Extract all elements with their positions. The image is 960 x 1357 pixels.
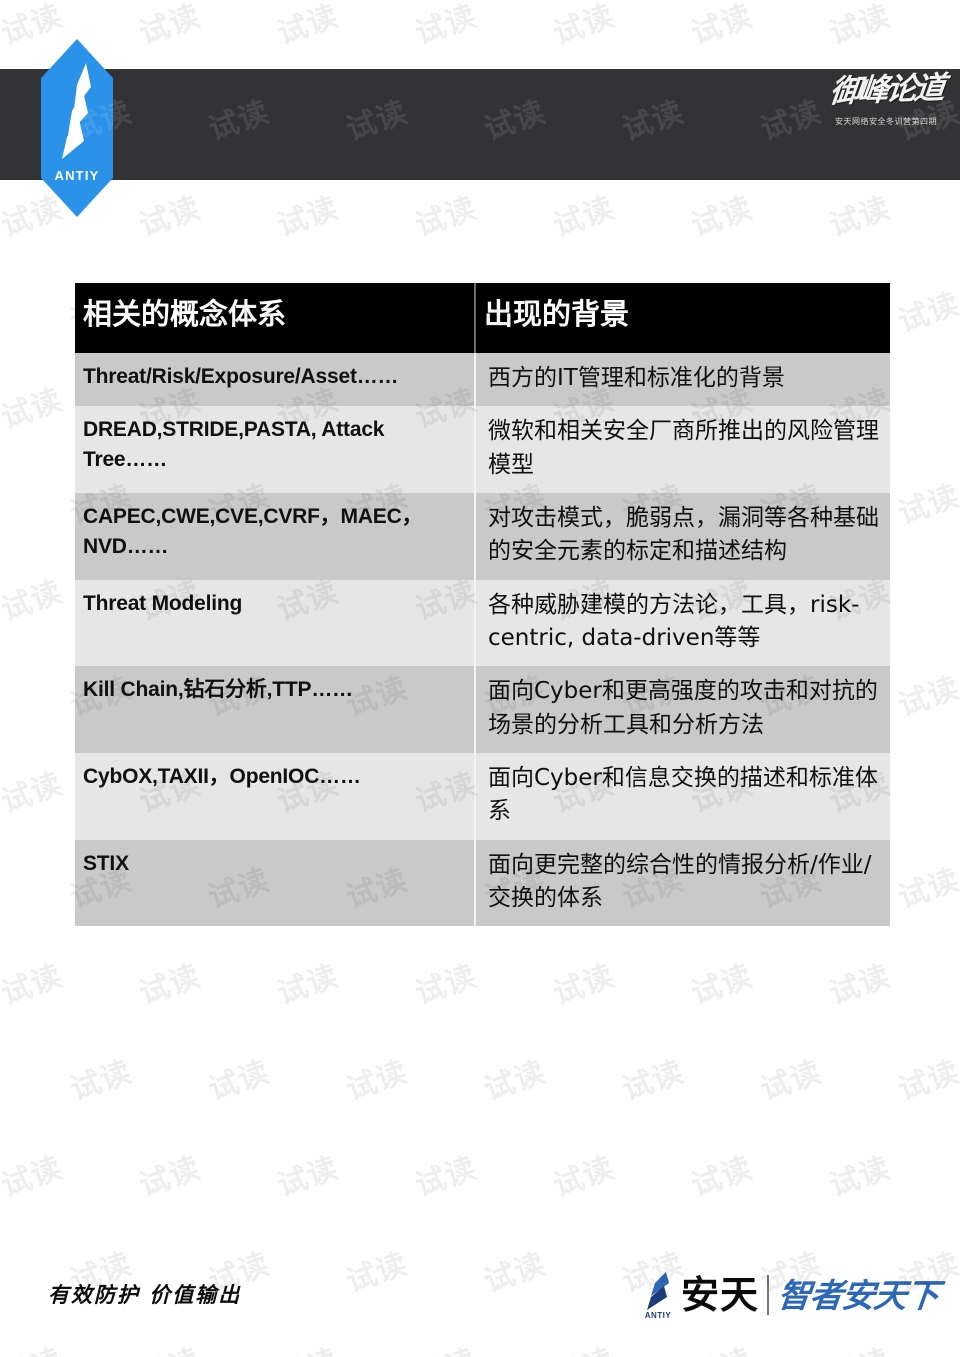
watermark-text: 试读 bbox=[549, 958, 620, 1012]
footer-logo-cn: 安天 bbox=[680, 1273, 759, 1317]
cell-concept: CAPEC,CWE,CVE,CVRF，MAEC，NVD…… bbox=[75, 493, 475, 580]
watermark-text: 试读 bbox=[0, 574, 68, 628]
cell-background: 对攻击模式，脆弱点，漏洞等各种基础的安全元素的标定和描述结构 bbox=[474, 493, 890, 580]
antiy-logo: ANTIY bbox=[41, 39, 113, 217]
footer-logo-divider bbox=[767, 1275, 769, 1315]
watermark-text: 试读 bbox=[480, 1054, 551, 1108]
header-band bbox=[0, 69, 960, 180]
cell-concept: CybOX,TAXII，OpenIOC…… bbox=[75, 753, 475, 840]
antiy-logo-text: ANTIY bbox=[54, 168, 100, 183]
footer-logo-tagline: 智者安天下 bbox=[775, 1275, 941, 1315]
watermark-text: 试读 bbox=[825, 1150, 896, 1204]
watermark-text: 试读 bbox=[687, 0, 758, 52]
column-header-background: 出现的背景 bbox=[474, 283, 890, 353]
concept-system-table: 相关的概念体系 出现的背景 Threat/Risk/Exposure/Asset… bbox=[75, 283, 890, 927]
watermark-text: 试读 bbox=[342, 1054, 413, 1108]
watermark-text: 试读 bbox=[135, 958, 206, 1012]
footer-slogan: 有效防护 价值输出 bbox=[48, 1282, 242, 1307]
watermark-text: 试读 bbox=[0, 1335, 67, 1357]
footer-antiy-logo: ANTIY 安天 智者安天下 bbox=[638, 1267, 941, 1323]
watermark-text: 试读 bbox=[342, 1246, 413, 1300]
table-row: Threat Modeling 各种威胁建模的方法论，工具，risk-centri… bbox=[75, 579, 890, 667]
watermark-text: 试读 bbox=[687, 958, 758, 1012]
watermark-text: 试读 bbox=[618, 1054, 689, 1108]
watermark-text: 试读 bbox=[273, 1150, 344, 1204]
watermark-text: 试读 bbox=[823, 1335, 896, 1357]
watermark-text: 试读 bbox=[685, 1335, 758, 1357]
watermark-text: 试读 bbox=[411, 190, 482, 244]
watermark-text: 试读 bbox=[135, 1150, 206, 1204]
cell-background: 面向Cyber和更高强度的攻击和对抗的场景的分析工具和分析方法 bbox=[474, 666, 890, 754]
watermark-text: 试读 bbox=[133, 1335, 206, 1357]
cell-concept: STIX bbox=[75, 839, 475, 927]
footer-antiy-text: ANTIY bbox=[644, 1311, 672, 1320]
cell-concept: Threat/Risk/Exposure/Asset…… bbox=[75, 353, 475, 407]
watermark-text: 试读 bbox=[0, 766, 68, 820]
watermark-text: 试读 bbox=[894, 1054, 960, 1108]
watermark-text: 试读 bbox=[0, 958, 68, 1012]
footer-feather-icon: ANTIY bbox=[638, 1270, 678, 1320]
cell-concept: Kill Chain,钻石分析,TTP…… bbox=[75, 666, 475, 754]
watermark-text: 试读 bbox=[0, 1150, 68, 1204]
watermark-text: 试读 bbox=[411, 958, 482, 1012]
watermark-text: 试读 bbox=[271, 1335, 344, 1357]
slide-canvas: ANTIY 御峰论道 安天网络安全冬训营第四期 相关的概念体系 出现的背景 Th… bbox=[0, 0, 960, 1357]
watermark-text: 试读 bbox=[135, 190, 206, 244]
watermark-text: 试读 bbox=[825, 190, 896, 244]
watermark-text: 试读 bbox=[547, 1335, 620, 1357]
cell-background: 面向Cyber和信息交换的描述和标准体系 bbox=[474, 753, 890, 840]
table-row: CAPEC,CWE,CVE,CVRF，MAEC，NVD…… 对攻击模式，脆弱点，漏… bbox=[75, 493, 890, 580]
watermark-text: 试读 bbox=[273, 958, 344, 1012]
watermark-text: 试读 bbox=[0, 382, 68, 436]
watermark-text: 试读 bbox=[549, 0, 620, 52]
table-row: Threat/Risk/Exposure/Asset…… 西方的IT管理和标准化的… bbox=[75, 353, 890, 407]
watermark-text: 试读 bbox=[411, 0, 482, 52]
watermark-text: 试读 bbox=[687, 190, 758, 244]
watermark-text: 试读 bbox=[204, 1054, 275, 1108]
watermark-text: 试读 bbox=[825, 0, 896, 52]
header-band-inner bbox=[0, 69, 960, 180]
watermark-text: 试读 bbox=[894, 478, 960, 532]
table-head: 相关的概念体系 出现的背景 bbox=[75, 283, 890, 353]
calligraphy-subtitle: 安天网络安全冬训营第四期 bbox=[835, 116, 937, 126]
watermark-text: 试读 bbox=[409, 1335, 482, 1357]
table-body: Threat/Risk/Exposure/Asset…… 西方的IT管理和标准化的… bbox=[75, 353, 890, 927]
table-row: DREAD,STRIDE,PASTA, Attack Tree…… 微软和相关安全… bbox=[75, 406, 890, 494]
watermark-text: 试读 bbox=[894, 286, 960, 340]
cell-concept: Threat Modeling bbox=[75, 579, 475, 667]
table-row: STIX 面向更完整的综合性的情报分析/作业/交换的体系 bbox=[75, 839, 890, 927]
watermark-text: 试读 bbox=[273, 190, 344, 244]
watermark-text: 试读 bbox=[894, 670, 960, 724]
watermark-text: 试读 bbox=[756, 1054, 827, 1108]
watermark-text: 试读 bbox=[135, 0, 206, 52]
watermark-text: 试读 bbox=[411, 1150, 482, 1204]
table-row: Kill Chain,钻石分析,TTP…… 面向Cyber和更高强度的攻击和对抗的… bbox=[75, 666, 890, 754]
cell-background: 面向更完整的综合性的情报分析/作业/交换的体系 bbox=[474, 839, 890, 927]
watermark-text: 试读 bbox=[480, 1246, 551, 1300]
column-header-concept: 相关的概念体系 bbox=[75, 283, 475, 353]
table-header-row: 相关的概念体系 出现的背景 bbox=[75, 283, 890, 353]
table-row: CybOX,TAXII，OpenIOC…… 面向Cyber和信息交换的描述和标准体… bbox=[75, 753, 890, 840]
calligraphy-title: 御峰论道 bbox=[827, 70, 945, 110]
watermark-text: 试读 bbox=[825, 958, 896, 1012]
watermark-text: 试读 bbox=[66, 1054, 137, 1108]
cell-background: 微软和相关安全厂商所推出的风险管理模型 bbox=[474, 406, 890, 494]
cell-background: 西方的IT管理和标准化的背景 bbox=[474, 353, 890, 407]
cell-concept: DREAD,STRIDE,PASTA, Attack Tree…… bbox=[75, 406, 475, 494]
feather-icon bbox=[62, 63, 91, 159]
watermark-text: 试读 bbox=[894, 862, 960, 916]
watermark-text: 试读 bbox=[549, 190, 620, 244]
header-calligraphy: 御峰论道 安天网络安全冬训营第四期 bbox=[826, 70, 946, 174]
watermark-text: 试读 bbox=[687, 1150, 758, 1204]
watermark-text: 试读 bbox=[273, 0, 344, 52]
cell-background: 各种威胁建模的方法论，工具，risk-centric, data-driven等… bbox=[474, 579, 890, 667]
watermark-text: 试读 bbox=[549, 1150, 620, 1204]
